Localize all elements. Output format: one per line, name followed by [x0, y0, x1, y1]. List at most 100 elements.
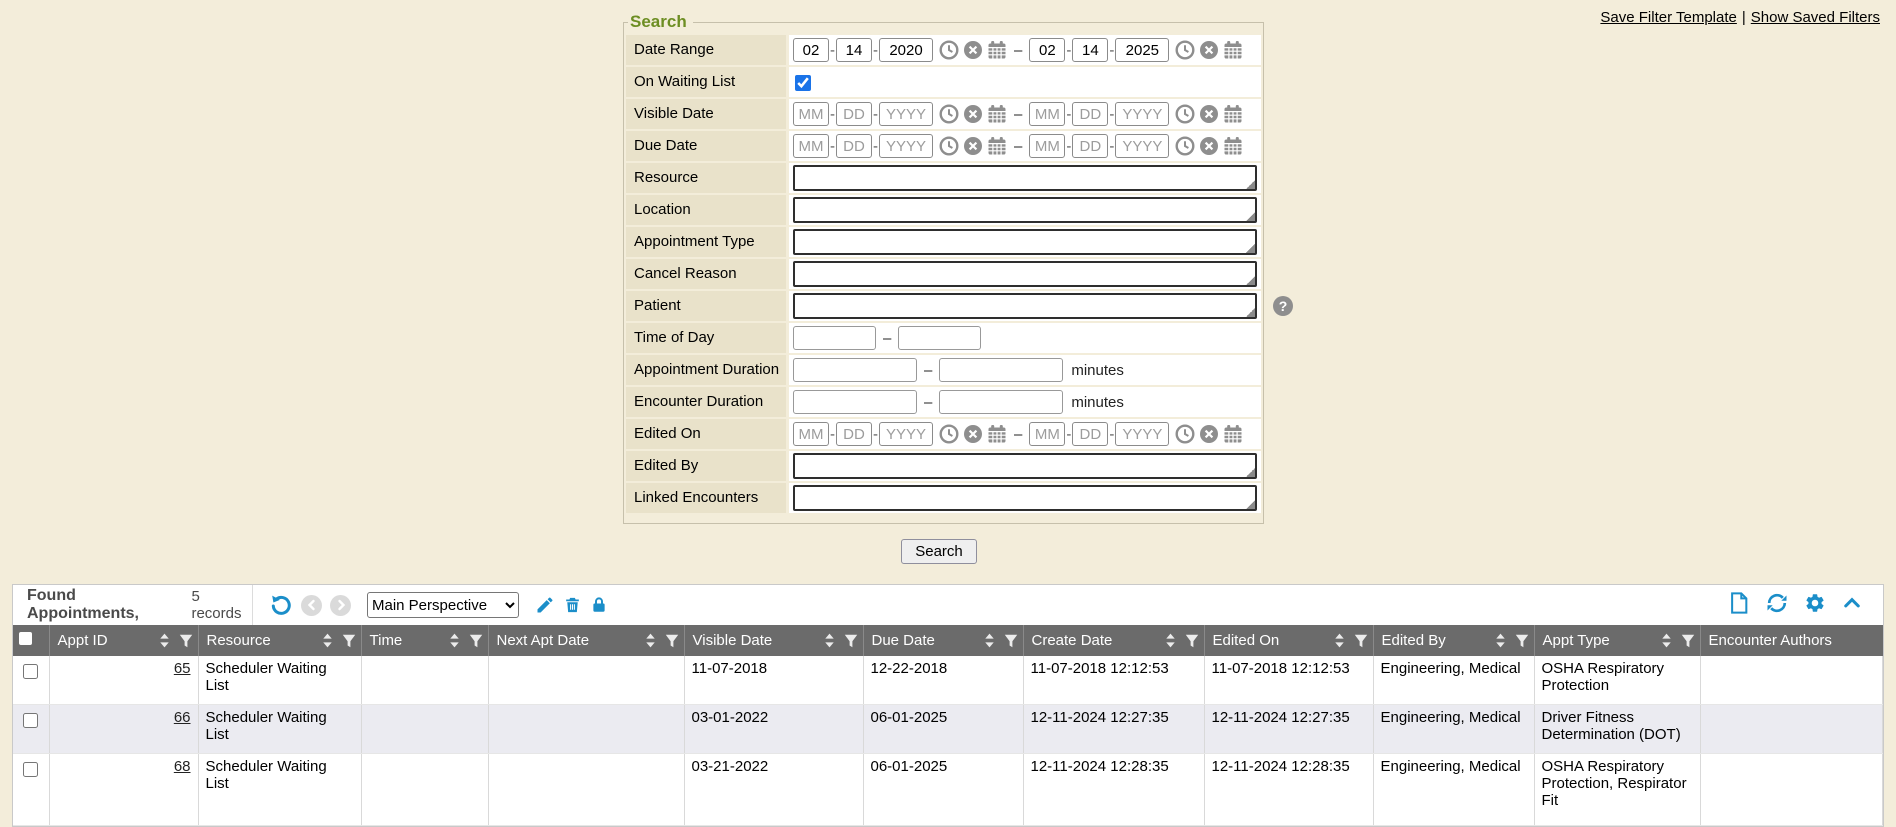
encounter-duration-min-input[interactable] [793, 390, 917, 414]
edited-on-to-day-input[interactable] [1072, 422, 1108, 446]
appt-id-link[interactable]: 66 [174, 709, 191, 726]
edited-on-from-year-input[interactable] [879, 422, 933, 446]
filter-icon[interactable] [342, 634, 356, 648]
visible-date-from-day-input[interactable] [836, 102, 872, 126]
filter-icon[interactable] [1515, 634, 1529, 648]
patient-input[interactable] [793, 293, 1257, 319]
date-range-to-day-input[interactable] [1072, 38, 1108, 62]
date-range-to-year-input[interactable] [1115, 38, 1169, 62]
appointment-duration-max-input[interactable] [939, 358, 1063, 382]
due-date-to-day-input[interactable] [1072, 134, 1108, 158]
lock-icon[interactable] [590, 595, 608, 615]
filter-icon[interactable] [469, 634, 483, 648]
calendar-icon[interactable] [987, 136, 1007, 156]
filter-icon[interactable] [1004, 634, 1018, 648]
clear-icon[interactable] [1199, 424, 1219, 444]
calendar-icon[interactable] [1223, 40, 1243, 60]
clear-icon[interactable] [963, 104, 983, 124]
date-range-from-month-input[interactable] [793, 38, 829, 62]
visible-date-to-day-input[interactable] [1072, 102, 1108, 126]
date-range-to-month-input[interactable] [1029, 38, 1065, 62]
sort-icon[interactable] [1495, 633, 1506, 648]
due-date-from-day-input[interactable] [836, 134, 872, 158]
due-date-from-year-input[interactable] [879, 134, 933, 158]
due-date-from-month-input[interactable] [793, 134, 829, 158]
next-icon[interactable] [330, 595, 351, 616]
appointment-type-input[interactable] [793, 229, 1257, 255]
clock-icon[interactable] [1175, 424, 1195, 444]
pencil-icon[interactable] [535, 595, 555, 615]
clock-icon[interactable] [939, 424, 959, 444]
clear-icon[interactable] [1199, 40, 1219, 60]
visible-date-from-year-input[interactable] [879, 102, 933, 126]
row-checkbox[interactable] [23, 762, 38, 777]
sort-icon[interactable] [322, 633, 333, 648]
filter-icon[interactable] [844, 634, 858, 648]
visible-date-to-month-input[interactable] [1029, 102, 1065, 126]
new-document-icon[interactable] [1728, 591, 1750, 619]
clock-icon[interactable] [939, 136, 959, 156]
clear-icon[interactable] [1199, 136, 1219, 156]
previous-icon[interactable] [301, 595, 322, 616]
clear-icon[interactable] [1199, 104, 1219, 124]
edited-on-to-month-input[interactable] [1029, 422, 1065, 446]
encounter-duration-max-input[interactable] [939, 390, 1063, 414]
row-checkbox[interactable] [23, 664, 38, 679]
sort-icon[interactable] [449, 633, 460, 648]
row-checkbox[interactable] [23, 713, 38, 728]
location-input[interactable] [793, 197, 1257, 223]
filter-icon[interactable] [665, 634, 679, 648]
appt-id-link[interactable]: 68 [174, 758, 191, 775]
date-range-from-day-input[interactable] [836, 38, 872, 62]
time-of-day-to-input[interactable] [898, 326, 981, 350]
edited-by-input[interactable] [793, 453, 1257, 479]
clock-icon[interactable] [939, 104, 959, 124]
edited-on-to-year-input[interactable] [1115, 422, 1169, 446]
edited-on-from-month-input[interactable] [793, 422, 829, 446]
cancel-reason-input[interactable] [793, 261, 1257, 287]
linked-encounters-input[interactable] [793, 485, 1257, 511]
date-range-from-year-input[interactable] [879, 38, 933, 62]
perspective-select[interactable]: Main Perspective [367, 592, 519, 618]
appt-id-link[interactable]: 65 [174, 660, 191, 677]
visible-date-to-year-input[interactable] [1115, 102, 1169, 126]
show-saved-filters-link[interactable]: Show Saved Filters [1751, 9, 1880, 26]
sort-icon[interactable] [1334, 633, 1345, 648]
sort-icon[interactable] [984, 633, 995, 648]
calendar-icon[interactable] [1223, 136, 1243, 156]
on-waiting-list-checkbox[interactable] [795, 75, 811, 91]
select-all-checkbox[interactable] [19, 632, 32, 645]
filter-icon[interactable] [1681, 634, 1695, 648]
time-of-day-from-input[interactable] [793, 326, 876, 350]
clear-icon[interactable] [963, 424, 983, 444]
clock-icon[interactable] [1175, 104, 1195, 124]
visible-date-from-month-input[interactable] [793, 102, 829, 126]
trash-icon[interactable] [563, 595, 582, 615]
clock-icon[interactable] [1175, 136, 1195, 156]
filter-icon[interactable] [1185, 634, 1199, 648]
sort-icon[interactable] [1661, 633, 1672, 648]
clock-icon[interactable] [1175, 40, 1195, 60]
sort-icon[interactable] [824, 633, 835, 648]
calendar-icon[interactable] [1223, 424, 1243, 444]
edited-on-from-day-input[interactable] [836, 422, 872, 446]
due-date-to-year-input[interactable] [1115, 134, 1169, 158]
gear-icon[interactable] [1804, 592, 1826, 618]
filter-icon[interactable] [179, 634, 193, 648]
collapse-icon[interactable] [1841, 593, 1863, 617]
refresh-icon[interactable] [1765, 591, 1789, 619]
search-button[interactable]: Search [901, 539, 977, 564]
clear-icon[interactable] [963, 136, 983, 156]
calendar-icon[interactable] [987, 40, 1007, 60]
sort-icon[interactable] [159, 633, 170, 648]
clock-icon[interactable] [939, 40, 959, 60]
calendar-icon[interactable] [987, 424, 1007, 444]
sort-icon[interactable] [645, 633, 656, 648]
clear-icon[interactable] [963, 40, 983, 60]
filter-icon[interactable] [1354, 634, 1368, 648]
save-filter-template-link[interactable]: Save Filter Template [1600, 9, 1736, 26]
sort-icon[interactable] [1165, 633, 1176, 648]
undo-icon[interactable] [269, 593, 293, 617]
due-date-to-month-input[interactable] [1029, 134, 1065, 158]
help-icon[interactable]: ? [1273, 296, 1293, 316]
